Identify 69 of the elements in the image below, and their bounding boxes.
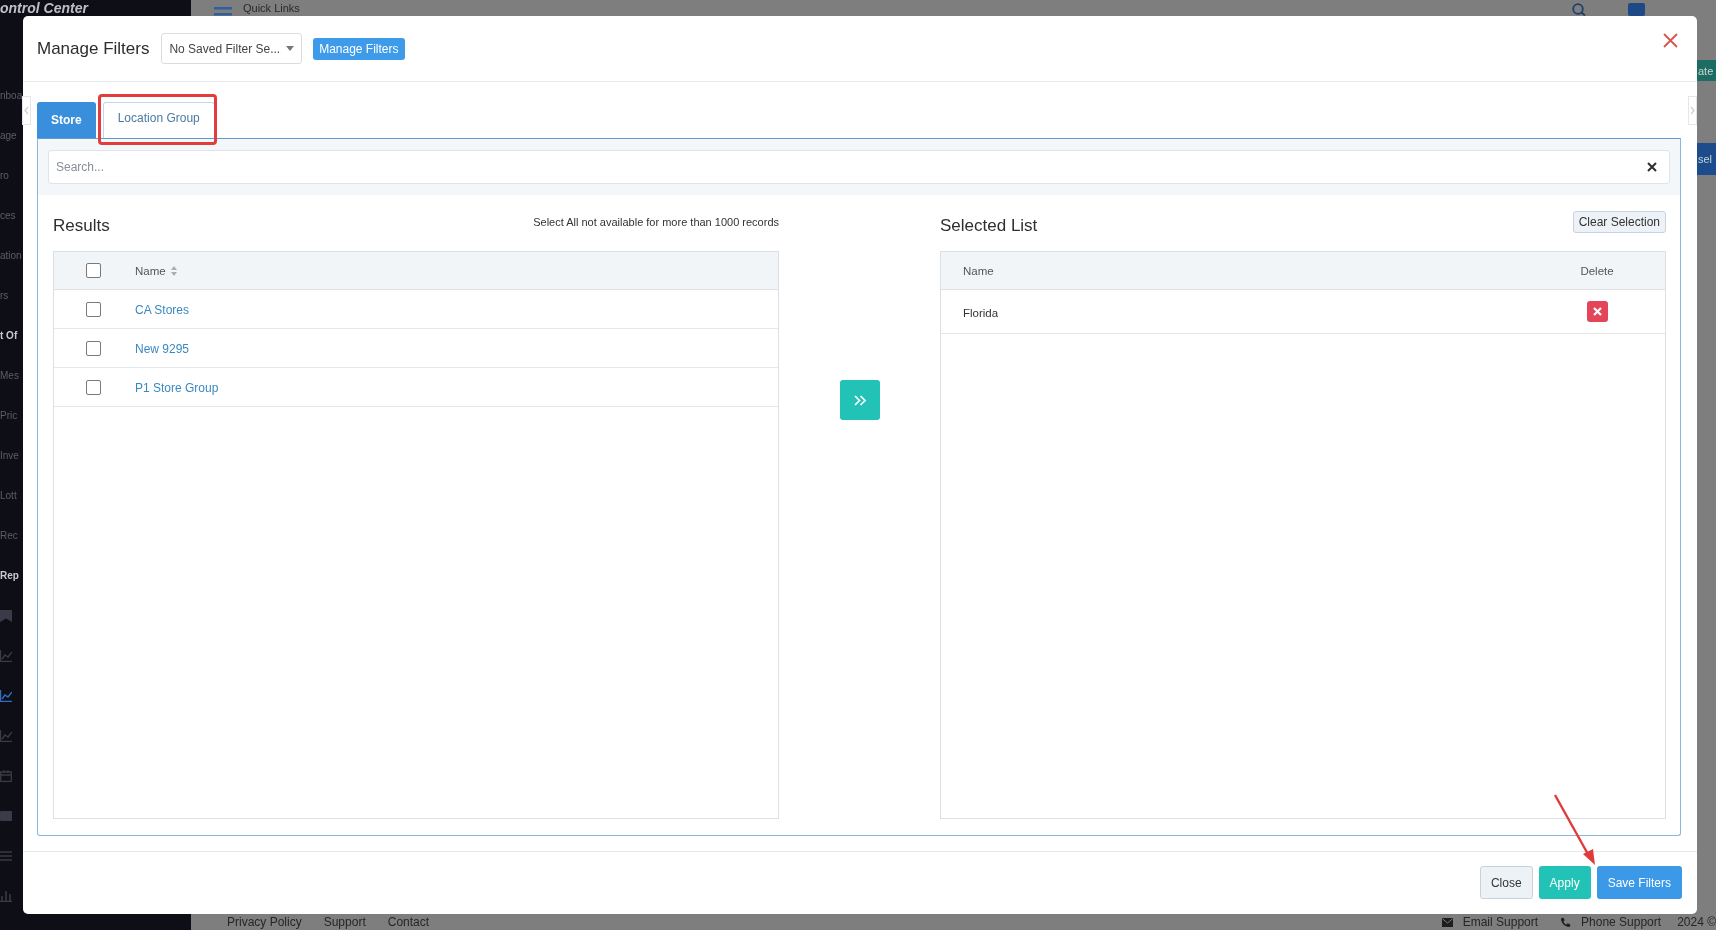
saved-filter-dropdown[interactable]: No Saved Filter Se... [161, 33, 303, 64]
close-button[interactable]: Close [1479, 866, 1533, 899]
bar-chart-icon[interactable] [0, 890, 12, 902]
search-icon[interactable] [1572, 3, 1586, 16]
logo-text: ontrol Center [0, 0, 88, 16]
tile-icon[interactable] [1628, 3, 1645, 16]
double-chevron-icon [853, 394, 866, 406]
chevron-right-icon[interactable] [1688, 96, 1697, 125]
result-link[interactable]: P1 Store Group [135, 381, 219, 395]
checkbox[interactable] [85, 263, 101, 278]
chart-icon[interactable] [0, 730, 12, 742]
footer-link[interactable]: Phone Support [1581, 914, 1662, 930]
sidebar-item[interactable]: rs [0, 290, 9, 302]
delete-icon[interactable] [1586, 301, 1608, 322]
sidebar-item[interactable]: ro [0, 170, 9, 182]
list-icon[interactable] [0, 850, 12, 862]
sidebar-item[interactable]: age [0, 130, 17, 142]
checkbox[interactable] [85, 379, 101, 395]
partial-button[interactable]: sel [1697, 143, 1716, 175]
save-filters-button[interactable]: Save Filters [1596, 866, 1682, 899]
phone-icon [1560, 916, 1572, 928]
move-right-button[interactable] [839, 380, 880, 420]
partial-button[interactable]: ate [1697, 60, 1716, 81]
calendar-icon[interactable] [0, 770, 12, 782]
column-header[interactable]: Name [135, 264, 166, 277]
footer-link[interactable]: Email Support [1462, 914, 1539, 930]
footer-link[interactable]: Contact [387, 914, 430, 930]
annotation-arrow [1553, 794, 1597, 866]
column-header: Delete [1580, 264, 1614, 277]
close-icon[interactable] [1663, 33, 1678, 48]
footer-link[interactable]: Support [323, 914, 366, 930]
apply-button[interactable]: Apply [1538, 866, 1591, 899]
sidebar-item[interactable]: t Of [0, 330, 18, 342]
header-title[interactable]: Quick Links [243, 1, 300, 15]
note-text: Select All not available for more than 1000 records [533, 216, 779, 230]
card-icon[interactable] [0, 810, 12, 822]
search-field[interactable]: Search... [48, 150, 1670, 184]
manage-filters-button[interactable]: Manage Filters [313, 37, 405, 60]
footer-link[interactable]: Privacy Policy [227, 914, 302, 930]
results-heading: Results [53, 215, 110, 236]
sidebar-item[interactable]: Rep [0, 570, 19, 582]
copyright-text: 2024 © [1677, 914, 1716, 930]
modal-title: Manage Filters [37, 38, 150, 59]
sidebar-item[interactable]: ation [0, 250, 22, 262]
sidebar-item[interactable]: Mes [0, 370, 19, 382]
menu-icon[interactable] [214, 6, 232, 16]
checkbox[interactable] [85, 301, 101, 317]
envelope-icon [1441, 917, 1453, 927]
sidebar-item[interactable]: ces [0, 210, 16, 222]
caret-icon [286, 46, 295, 51]
selected-list-heading: Selected List [940, 215, 1038, 236]
checkbox[interactable] [85, 340, 101, 356]
chevron-left-icon[interactable] [22, 96, 31, 125]
chart-icon[interactable] [0, 690, 12, 702]
sidebar-item[interactable]: Pric [0, 410, 18, 422]
chart-icon[interactable] [0, 650, 12, 662]
tab[interactable]: Store [37, 102, 96, 138]
table-cell: Florida [963, 306, 999, 319]
sidebar-item[interactable]: Inve [0, 450, 19, 462]
clear-icon[interactable] [1647, 162, 1657, 172]
sidebar-item[interactable]: Rec [0, 530, 18, 542]
bookmark-icon[interactable] [0, 610, 12, 622]
clear-selection-button[interactable]: Clear Selection [1572, 211, 1666, 233]
result-link[interactable]: New 9295 [135, 342, 190, 356]
sidebar-item[interactable]: Lott [0, 490, 17, 502]
result-link[interactable]: CA Stores [135, 303, 190, 317]
sidebar-item[interactable]: nboa [0, 90, 23, 102]
column-header: Name [963, 264, 994, 277]
sort-icon[interactable] [170, 265, 177, 276]
